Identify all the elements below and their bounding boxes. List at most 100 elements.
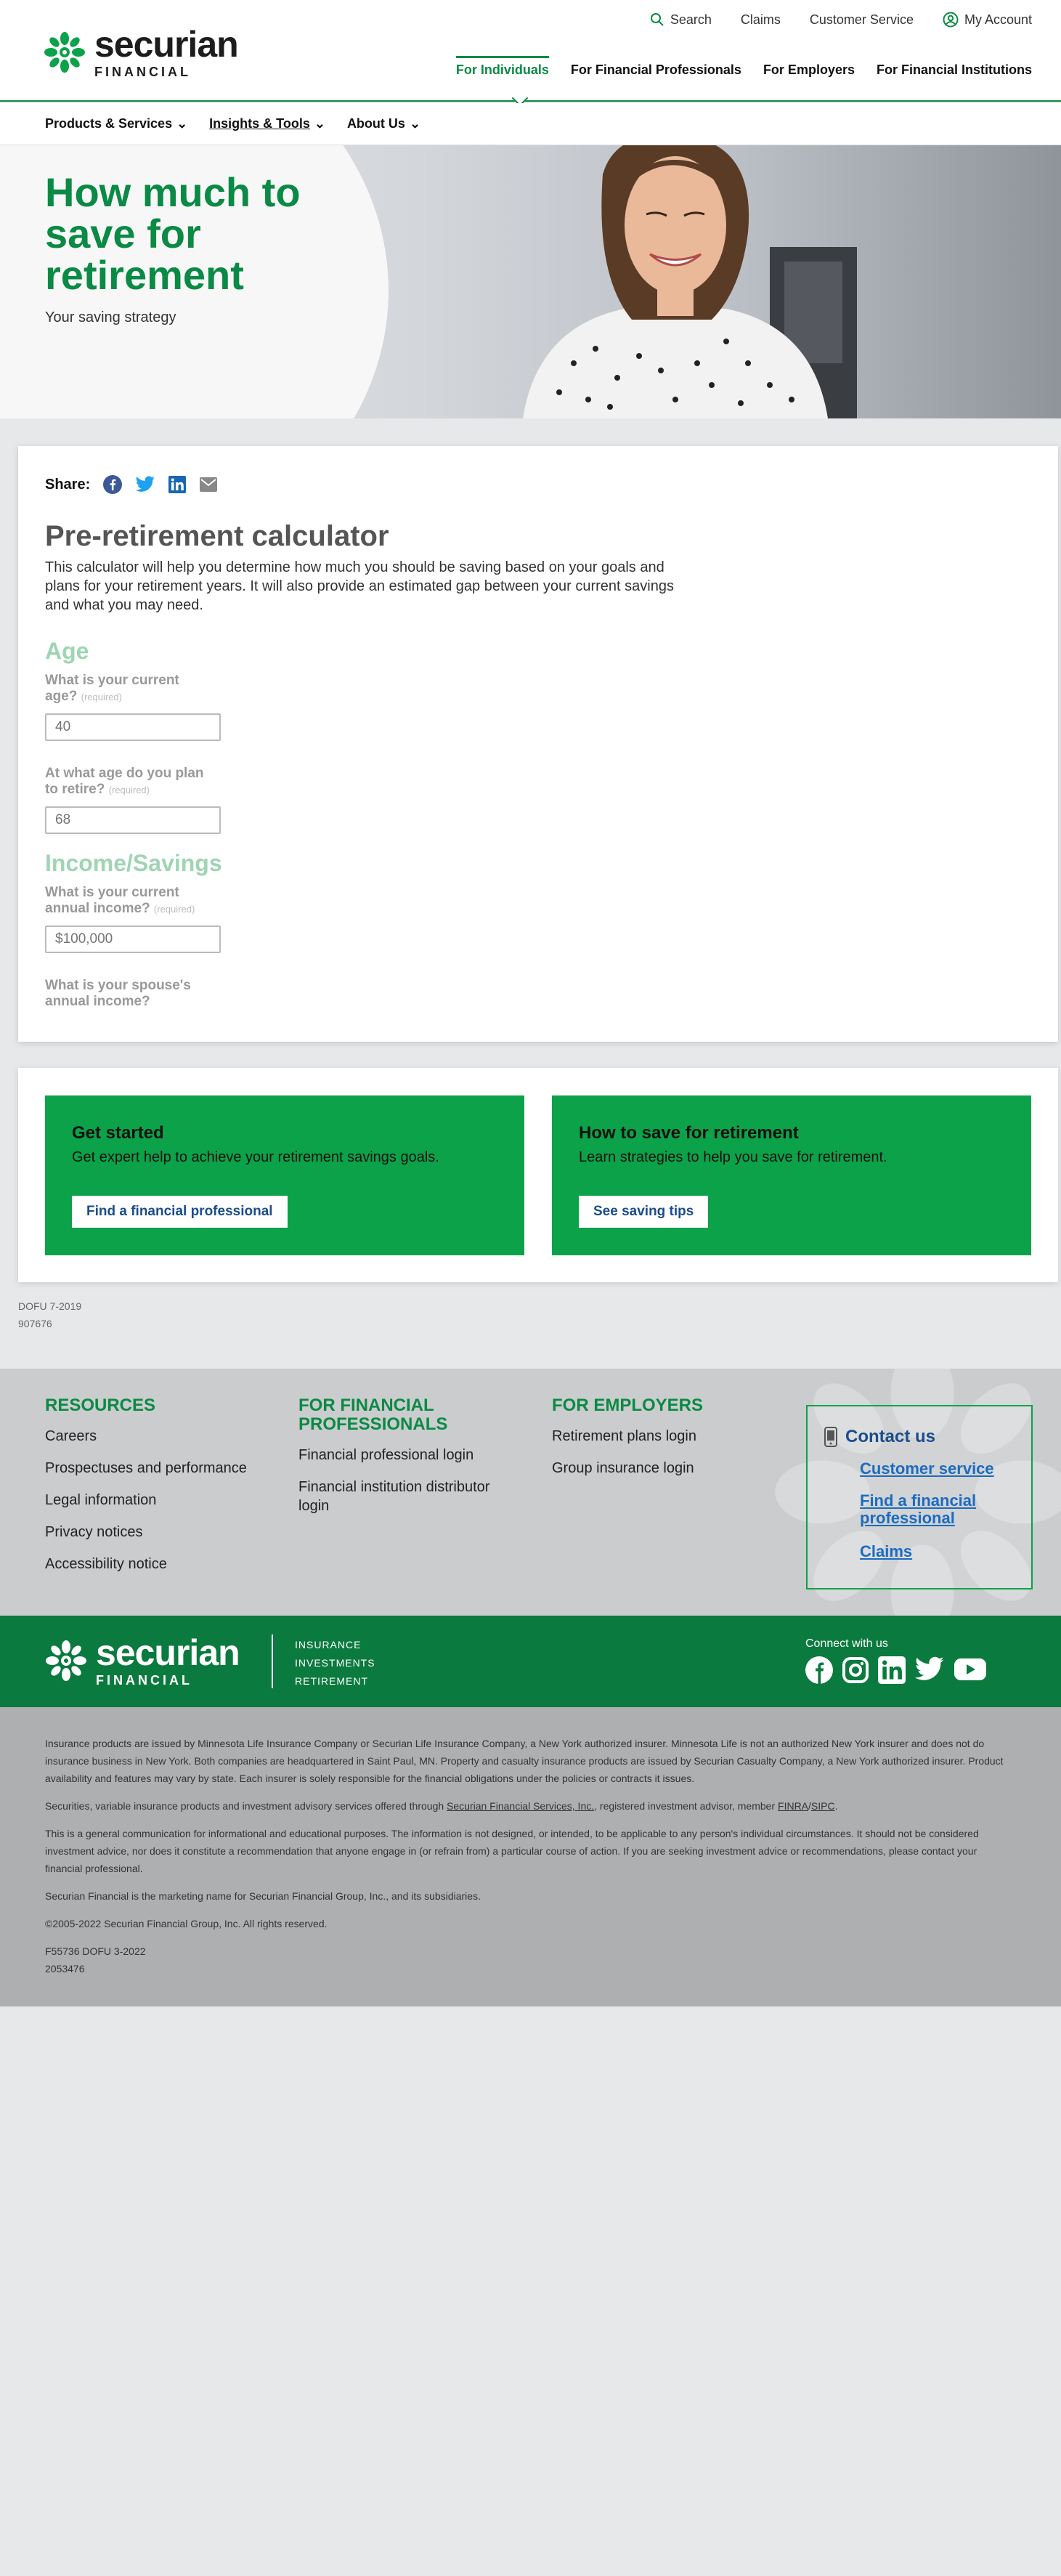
logo-subtitle: FINANCIAL xyxy=(94,65,191,79)
legal-paragraph: Securian Financial is the marketing name… xyxy=(45,1890,481,1902)
legal-code: 2053476 xyxy=(45,1963,85,1974)
footer-link-accessibility[interactable]: Accessibility notice xyxy=(45,1555,277,1573)
cta-section: Get started Get expert help to achieve y… xyxy=(18,1068,1058,1282)
footer-link-fp-login[interactable]: Financial professional login xyxy=(298,1446,509,1465)
securian-logo[interactable]: securian FINANCIAL xyxy=(44,24,239,79)
brand-line: INSURANCE xyxy=(295,1639,362,1650)
legal-text: Securities, variable insurance products … xyxy=(45,1800,447,1812)
menu-label: Products & Services xyxy=(45,116,173,131)
see-saving-tips-button[interactable]: See saving tips xyxy=(579,1196,709,1228)
util-search[interactable]: Search xyxy=(650,12,712,28)
section-age-heading: Age xyxy=(45,638,89,664)
doc-codes: DOFU 7-2019 907676 xyxy=(18,1297,81,1332)
spouse-income-label: What is your spouse's annual income? xyxy=(45,978,191,1009)
section-income-heading: Income/Savings xyxy=(45,850,222,876)
footer-employers: FOR EMPLOYERS Retirement plans login Gro… xyxy=(552,1396,763,1491)
footer-links: RESOURCES Careers Prospectuses and perfo… xyxy=(0,1369,1061,1616)
hero-banner: How much to save for retirement Your sav… xyxy=(0,145,1061,418)
youtube-icon[interactable] xyxy=(954,1656,987,1682)
social-links xyxy=(805,1656,987,1684)
calculator-card: Share: Pre-retirement calculator This ca… xyxy=(18,446,1058,1042)
footer-link-group-insurance-login[interactable]: Group insurance login xyxy=(552,1459,763,1478)
contact-title: Contact us xyxy=(845,1427,936,1446)
brand-bar: securian FINANCIAL INSURANCE INVESTMENTS… xyxy=(0,1616,1061,1707)
util-my-account[interactable]: My Account xyxy=(943,12,1032,28)
calculator-title: Pre-retirement calculator xyxy=(45,520,389,552)
facebook-icon[interactable] xyxy=(805,1656,833,1684)
legal-copyright: ©2005-2022 Securian Financial Group, Inc… xyxy=(45,1918,328,1929)
logo-subtitle: FINANCIAL xyxy=(96,1673,192,1688)
footer-financial-professionals: FOR FINANCIAL PROFESSIONALS Financial pr… xyxy=(298,1396,509,1528)
logo-wordmark: securian xyxy=(94,24,239,65)
legal-text: . xyxy=(834,1800,838,1812)
page-title: How much to save for retirement xyxy=(45,169,301,298)
facebook-icon[interactable] xyxy=(103,475,123,494)
email-icon[interactable] xyxy=(199,476,218,493)
contact-heading: Contact us xyxy=(824,1427,935,1447)
legal-paragraph-securities: Securities, variable insurance products … xyxy=(45,1797,1016,1815)
contact-customer-service[interactable]: Customer service xyxy=(860,1460,1020,1478)
tab-for-financial-institutions[interactable]: For Financial Institutions xyxy=(877,62,1032,78)
current-age-input[interactable] xyxy=(45,713,221,741)
calculator-description: This calculator will help you determine … xyxy=(45,559,674,613)
menu-about-us[interactable]: About Us ⌄ xyxy=(347,116,420,131)
brand-line: INVESTMENTS xyxy=(295,1657,375,1669)
sub-nav: Products & Services ⌄ Insights & Tools ⌄ A… xyxy=(0,103,1061,145)
linkedin-icon[interactable] xyxy=(878,1656,906,1684)
footer-heading: RESOURCES xyxy=(45,1396,156,1415)
footer-heading: FOR FINANCIAL PROFESSIONALS xyxy=(298,1396,448,1434)
util-claims[interactable]: Claims xyxy=(741,12,781,28)
legal-code: F55736 DOFU 3-2022 xyxy=(45,1945,146,1957)
chevron-down-icon: ⌄ xyxy=(176,116,188,131)
footer-link-privacy[interactable]: Privacy notices xyxy=(45,1523,277,1542)
phone-icon xyxy=(824,1427,837,1447)
legal-text: , registered investment advisor, member xyxy=(594,1800,779,1812)
doc-code: DOFU 7-2019 xyxy=(18,1300,82,1312)
cta-how-to-save: How to save for retirement Learn strateg… xyxy=(552,1095,1031,1255)
chevron-down-icon: ⌄ xyxy=(409,116,421,131)
annual-income-input[interactable] xyxy=(45,926,221,953)
brand-divider xyxy=(272,1635,273,1688)
cta-get-started: Get started Get expert help to achieve y… xyxy=(45,1095,524,1255)
tab-for-individuals[interactable]: For Individuals xyxy=(455,56,549,78)
footer-link-distributor-login[interactable]: Financial institution distributor login xyxy=(298,1478,509,1515)
tab-for-employers[interactable]: For Employers xyxy=(763,62,855,78)
cta-title: How to save for retirement xyxy=(579,1123,799,1143)
tab-for-financial-professionals[interactable]: For Financial Professionals xyxy=(571,62,741,78)
contact-find-professional[interactable]: Find a financial professional xyxy=(860,1492,1020,1527)
cta-text: Get expert help to achieve your retireme… xyxy=(72,1149,439,1165)
legal-paragraph: Insurance products are issued by Minneso… xyxy=(45,1738,1004,1784)
sipc-link[interactable]: SIPC xyxy=(811,1800,835,1812)
doc-code: 907676 xyxy=(18,1318,52,1329)
contact-claims[interactable]: Claims xyxy=(860,1543,1020,1560)
finra-link[interactable]: FINRA xyxy=(778,1800,808,1812)
linkedin-icon[interactable] xyxy=(168,476,187,493)
securian-financial-services-link[interactable]: Securian Financial Services, Inc. xyxy=(447,1800,594,1812)
retire-age-input[interactable] xyxy=(45,806,221,834)
required-marker: (required) xyxy=(153,904,195,915)
share-label: Share: xyxy=(45,476,91,493)
retire-age-label: At what age do you plan to retire? (requ… xyxy=(45,766,205,798)
footer-link-legal[interactable]: Legal information xyxy=(45,1491,277,1510)
instagram-icon[interactable] xyxy=(842,1656,869,1684)
util-my-account-label: My Account xyxy=(964,12,1032,27)
legal-disclosures: Insurance products are issued by Minneso… xyxy=(0,1707,1061,2006)
footer-link-prospectuses[interactable]: Prospectuses and performance xyxy=(45,1459,277,1478)
brand-lines: INSURANCE INVESTMENTS RETIREMENT xyxy=(295,1636,375,1690)
footer-link-retirement-login[interactable]: Retirement plans login xyxy=(552,1427,763,1446)
logo-wordmark: securian xyxy=(96,1632,240,1673)
find-financial-professional-button[interactable]: Find a financial professional xyxy=(72,1196,288,1228)
twitter-icon[interactable] xyxy=(914,1656,945,1682)
menu-label: About Us xyxy=(346,116,405,131)
twitter-icon[interactable] xyxy=(135,476,155,493)
required-marker: (required) xyxy=(108,785,150,795)
footer-logo[interactable]: securian FINANCIAL xyxy=(45,1635,240,1687)
page-subtitle: Your saving strategy xyxy=(45,309,176,325)
share-bar: Share: xyxy=(45,475,218,494)
footer-link-careers[interactable]: Careers xyxy=(45,1427,277,1446)
util-customer-service[interactable]: Customer Service xyxy=(810,12,914,28)
footer-resources: RESOURCES Careers Prospectuses and perfo… xyxy=(45,1396,277,1587)
menu-insights-tools[interactable]: Insights & Tools ⌄ xyxy=(209,116,325,131)
menu-products-services[interactable]: Products & Services ⌄ xyxy=(45,116,187,131)
audience-nav: For Individuals For Financial Profession… xyxy=(455,56,1032,78)
